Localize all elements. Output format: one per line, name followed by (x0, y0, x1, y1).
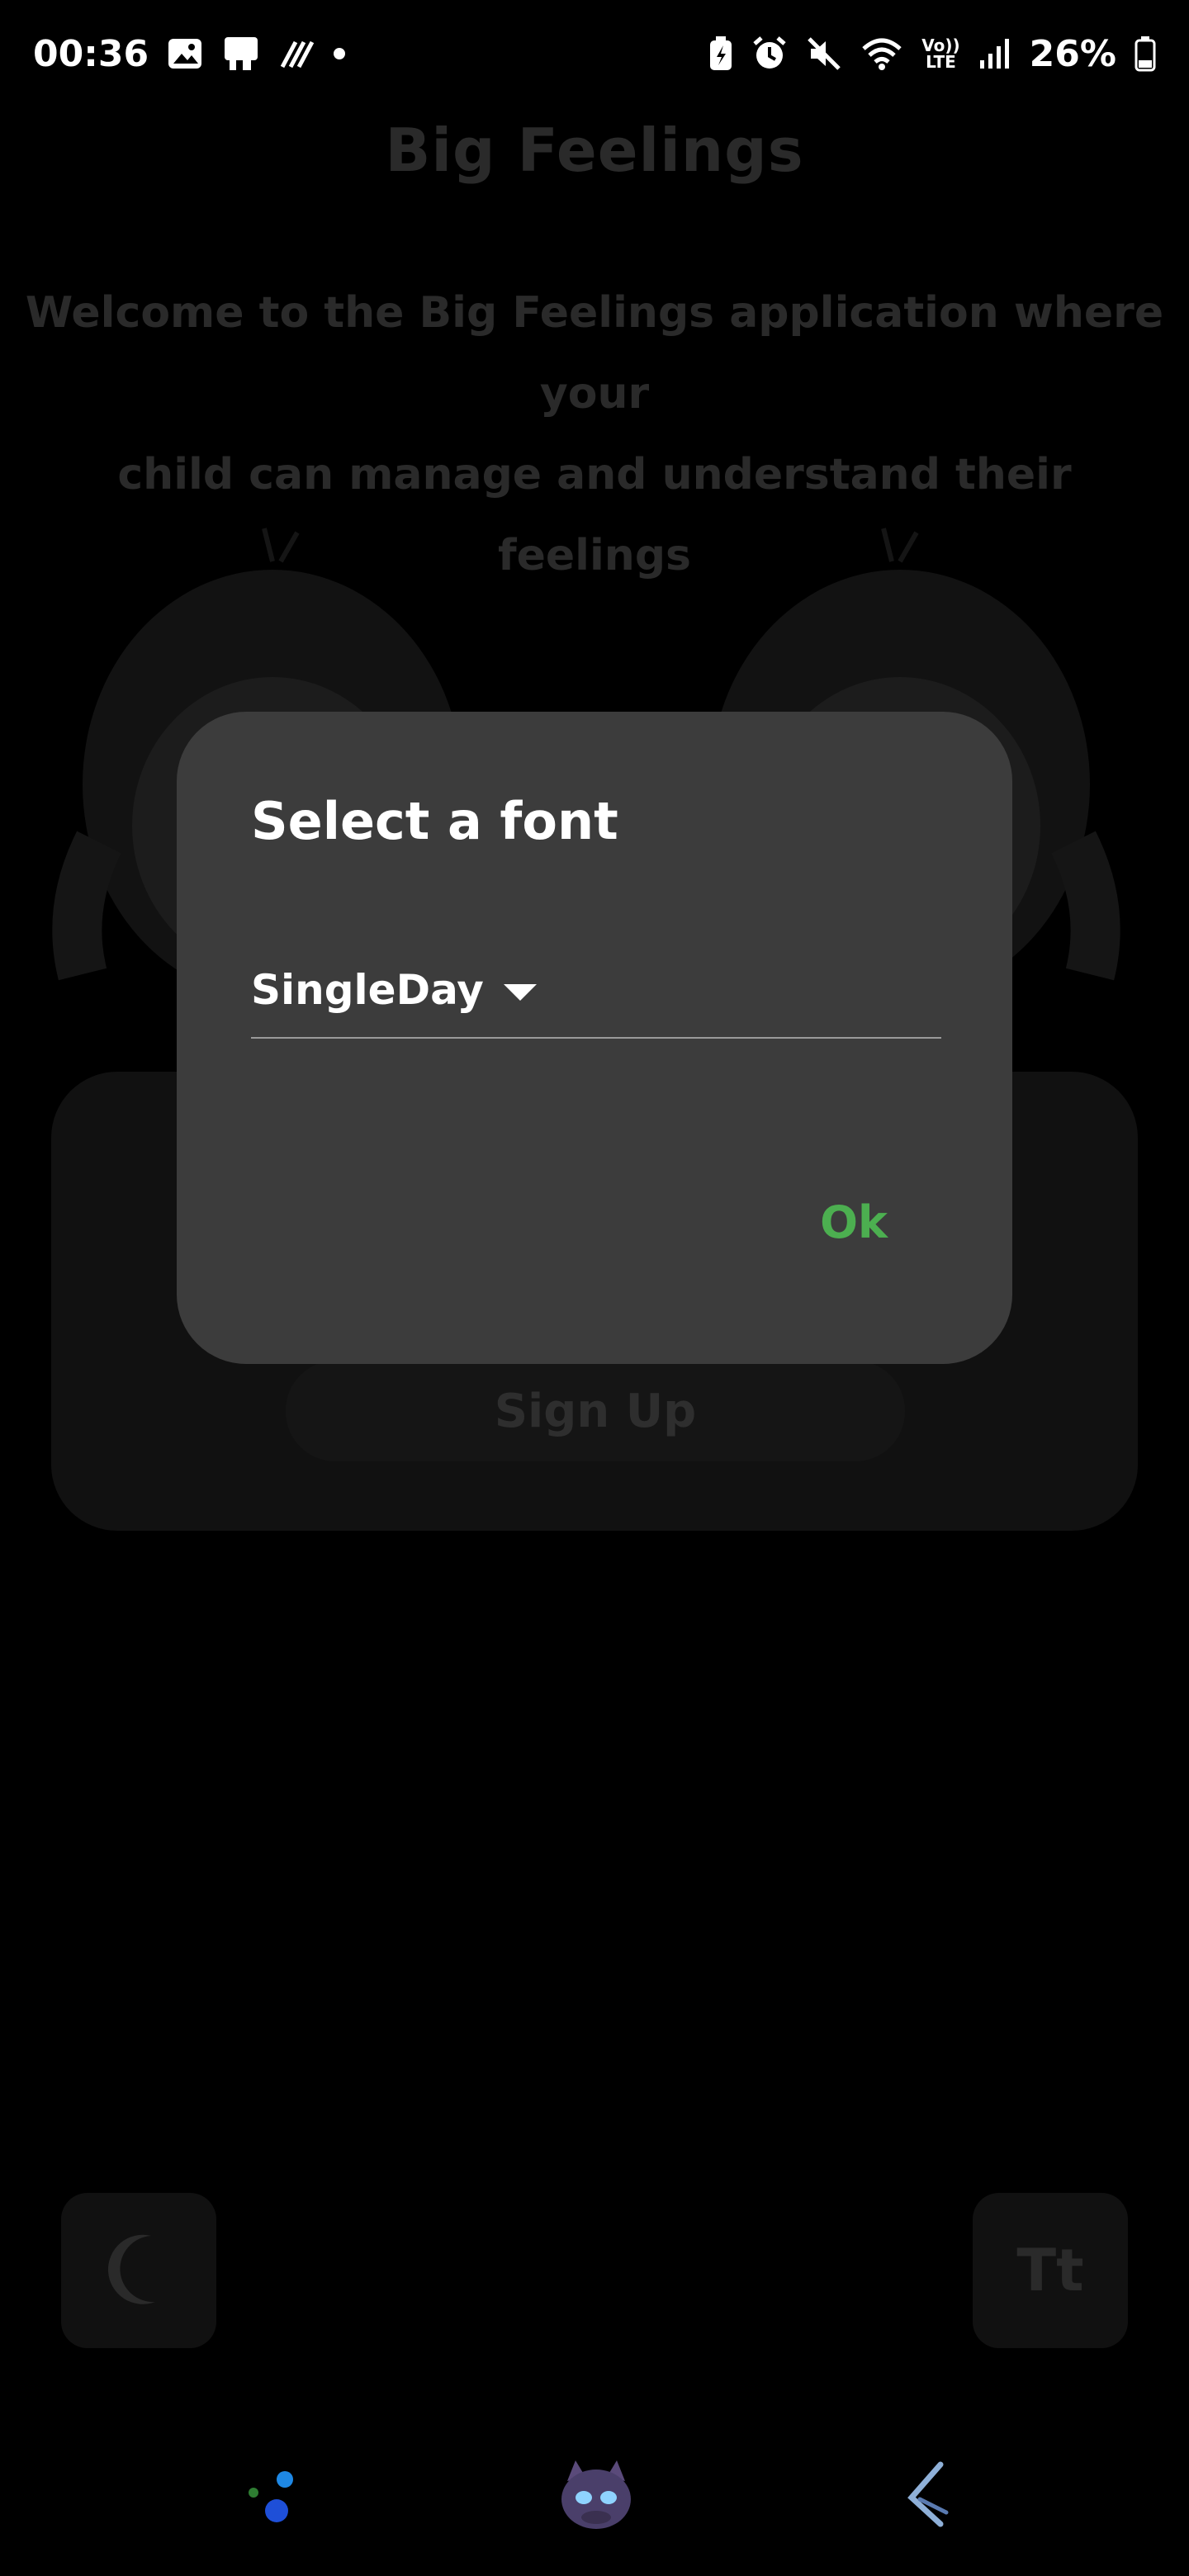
select-font-dialog: Select a font SingleDay Ok (177, 712, 1012, 1364)
dark-mode-button[interactable] (61, 2193, 216, 2348)
moon-icon (106, 2232, 172, 2309)
assistant-dots-icon[interactable] (221, 2444, 320, 2543)
navigation-bar (0, 2444, 1189, 2543)
avatar-icon[interactable] (547, 2444, 646, 2543)
chevron-down-icon (503, 984, 537, 1001)
font-dropdown-value: SingleDay (251, 966, 484, 1014)
back-icon[interactable] (879, 2444, 978, 2543)
sign-up-button[interactable]: Sign Up (286, 1361, 905, 1461)
ok-button[interactable]: Ok (804, 1181, 903, 1263)
dialog-title: Select a font (251, 791, 618, 851)
font-dropdown[interactable]: SingleDay (251, 959, 941, 1039)
font-size-button[interactable]: Tt (973, 2193, 1128, 2348)
app-title: Big Feelings (385, 116, 804, 185)
